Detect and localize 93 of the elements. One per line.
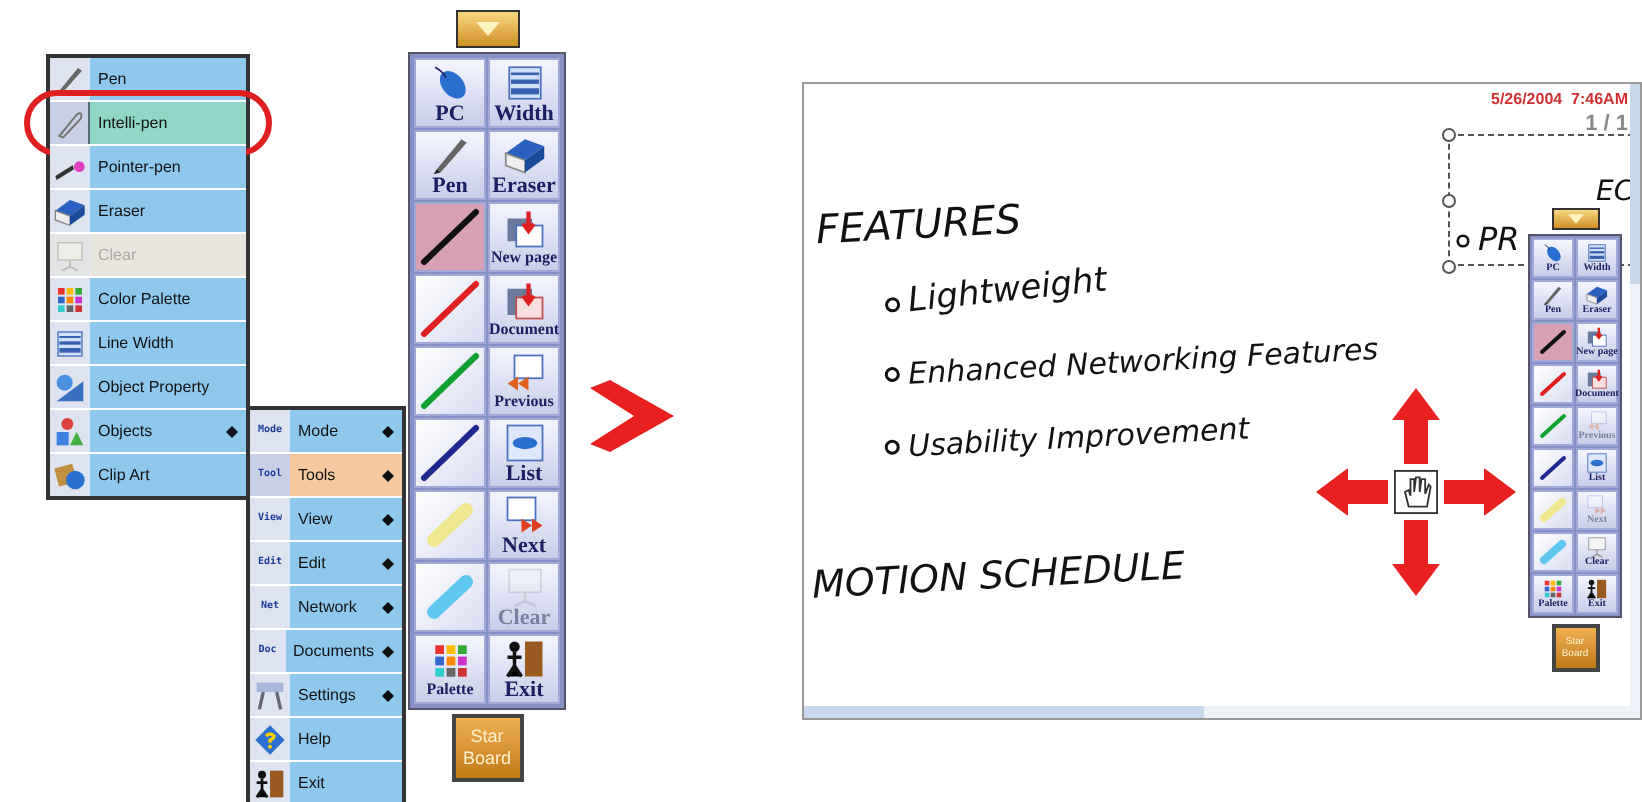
pen-color-button[interactable] — [1532, 406, 1574, 446]
handwritten-text: MOTION SCHEDULE — [810, 542, 1187, 612]
easel-icon — [503, 565, 545, 607]
line-width-icon — [503, 61, 545, 103]
toolbar-button[interactable]: Pen — [414, 130, 486, 200]
handwritten-text: EC — [1596, 174, 1634, 212]
next-page-icon — [503, 493, 545, 535]
submenu-arrow-icon — [226, 425, 238, 437]
menu-item[interactable]: Clip Art — [50, 454, 246, 496]
pen-icon — [54, 63, 86, 95]
tools-icon — [254, 679, 286, 711]
toolbar-button[interactable]: Palette — [414, 634, 486, 704]
toolbar-button[interactable]: New page — [488, 202, 560, 272]
line-width-icon — [54, 327, 86, 359]
handwritten-text: Lightweight — [905, 258, 1110, 326]
list-icon — [1586, 452, 1608, 474]
color-grid-icon — [429, 640, 471, 682]
menu-item[interactable]: Exit — [250, 762, 402, 802]
submenu-arrow-icon — [382, 425, 394, 437]
submenu-arrow-icon — [382, 557, 394, 569]
color-grid-icon — [54, 283, 86, 315]
mouse-icon — [1542, 242, 1564, 264]
door-icon — [254, 767, 286, 799]
new-page-icon — [503, 208, 545, 250]
horizontal-scrollbar[interactable] — [804, 706, 1640, 718]
menu-item[interactable]: Object Property — [50, 366, 246, 408]
menu-item[interactable]: Color Palette — [50, 278, 246, 320]
hand-cursor-icon — [1394, 470, 1438, 514]
mouse-icon — [429, 61, 471, 103]
toolbar-button[interactable]: Previous — [488, 346, 560, 416]
easel-icon — [1586, 536, 1608, 558]
date-time: 5/26/2004 7:46AM — [1491, 88, 1628, 112]
collapse-button[interactable] — [455, 10, 519, 48]
easel-icon — [54, 239, 86, 271]
previous-page-icon — [503, 352, 545, 394]
vertical-scrollbar[interactable] — [1630, 84, 1640, 710]
resize-handle[interactable] — [1442, 194, 1456, 208]
document-icon — [1586, 368, 1608, 390]
toolbar-button[interactable]: Width — [488, 58, 560, 128]
resize-handle[interactable] — [1442, 128, 1456, 142]
previous-page-icon — [1586, 410, 1608, 432]
menu-item[interactable]: Objects — [50, 410, 246, 452]
document-icon — [503, 280, 545, 322]
submenu-arrow-icon — [382, 469, 394, 481]
pen-color-button[interactable] — [1532, 322, 1574, 362]
menu-item[interactable]: Pointer-pen — [50, 146, 246, 188]
menu-item[interactable]: Intelli-pen — [50, 102, 246, 144]
menu-item[interactable]: Settings — [250, 674, 402, 716]
menu-item[interactable]: Line Width — [50, 322, 246, 364]
caret-down-icon — [1567, 214, 1583, 224]
door-icon — [1586, 578, 1608, 600]
bullet-icon — [883, 366, 901, 384]
bullet-icon — [883, 295, 902, 314]
pen-icon — [429, 133, 471, 175]
submenu-arrow-icon — [382, 513, 394, 525]
handwritten-text: Enhanced Networking Features — [907, 329, 1380, 396]
submenu-arrow-icon — [382, 645, 394, 657]
eraser-icon — [54, 195, 86, 227]
handwritten-text: FEATURES — [814, 192, 1023, 258]
toolbar-button[interactable]: Document — [488, 274, 560, 344]
picture-icon — [54, 459, 86, 491]
page-number: 1 / 1 — [1585, 110, 1628, 140]
door-icon — [503, 637, 545, 679]
toolbar-button[interactable]: Exit — [488, 634, 560, 704]
pen-color-button[interactable] — [1532, 364, 1574, 404]
bullet-icon — [883, 439, 901, 457]
eraser-icon — [503, 133, 545, 175]
pen-icon — [1542, 284, 1564, 306]
new-page-icon — [1586, 326, 1608, 348]
help-icon — [254, 723, 286, 755]
next-page-icon — [1586, 494, 1608, 516]
submenu-arrow-icon — [382, 601, 394, 613]
menu-item[interactable]: Eraser — [50, 190, 246, 232]
submenu-arrow-icon — [382, 689, 394, 701]
list-icon — [503, 421, 545, 463]
quill-pen-icon — [53, 107, 85, 139]
menu-item[interactable]: Help — [250, 718, 402, 760]
eraser-icon — [1586, 284, 1608, 306]
shapes-icon — [54, 371, 86, 403]
caret-down-icon — [475, 22, 499, 36]
toolbar-button[interactable]: Eraser — [488, 130, 560, 200]
color-grid-icon — [1542, 578, 1564, 600]
handwritten-text: Usability Improvement — [907, 408, 1251, 469]
shapes-icon — [54, 415, 86, 447]
toolbar-button[interactable]: List — [488, 418, 560, 488]
toolbar-button[interactable]: PC — [414, 58, 486, 128]
line-width-icon — [1586, 242, 1608, 264]
handwritten-text: PR — [1478, 218, 1520, 262]
resize-handle[interactable] — [1442, 260, 1456, 274]
pen-color-button[interactable] — [1532, 448, 1574, 488]
bullet-icon — [1456, 233, 1470, 247]
collapse-button[interactable] — [1551, 208, 1599, 230]
toolbar-button[interactable]: Next — [488, 490, 560, 560]
